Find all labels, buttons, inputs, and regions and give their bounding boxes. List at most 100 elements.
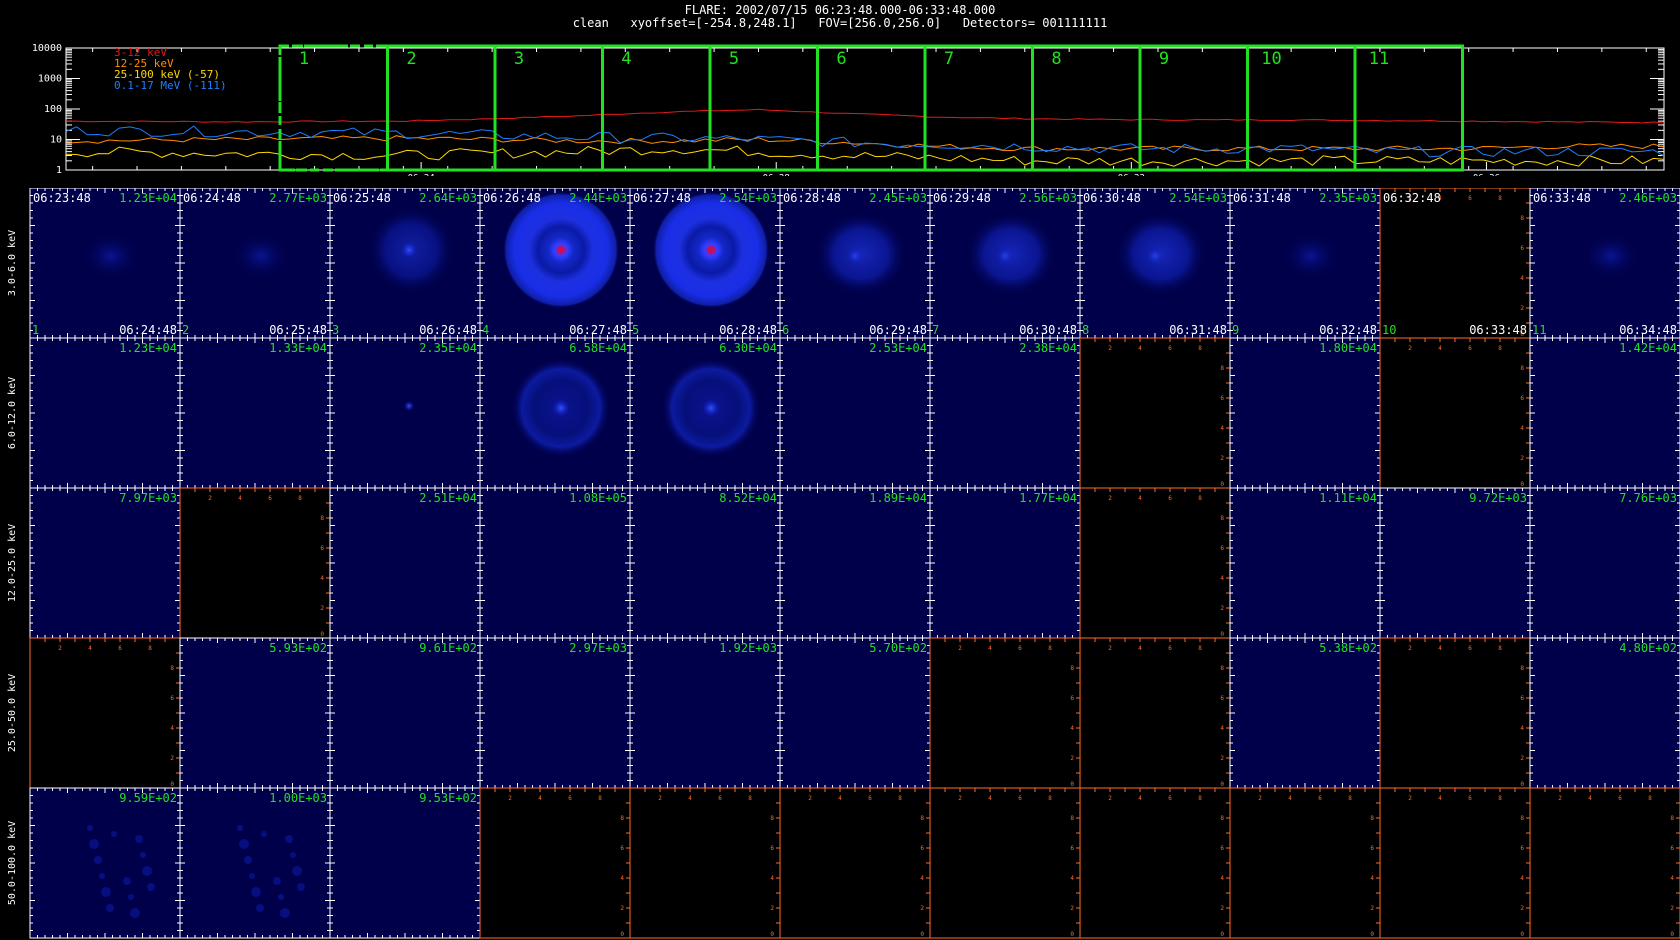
empty-panel [1379,337,1531,489]
end-time-label: 06:29:48 [869,323,927,337]
empty-axis-label: 2 [1220,755,1224,762]
empty-axis-label: 2 [1258,795,1262,802]
empty-axis-label: 8 [598,795,602,802]
end-time-label: 06:24:48 [119,323,177,337]
end-time-label: 06:32:48 [1319,323,1377,337]
empty-axis-label: 8 [748,795,752,802]
empty-axis-label: 4 [988,795,992,802]
empty-axis-label: 6 [1670,845,1674,852]
peak-value-label: 7.97E+03 [119,491,177,505]
speckle [244,856,252,864]
empty-panel [1079,787,1231,939]
image-background [330,488,480,638]
interval-index-label: 9 [1232,323,1239,337]
image-background [1380,488,1530,638]
interval-index-label: 7 [932,323,939,337]
empty-axis-label: 4 [170,725,174,732]
empty-axis-label: 8 [1198,495,1202,502]
empty-axis-label: 4 [1438,795,1442,802]
speckle [128,894,134,900]
image-background [1230,638,1380,788]
empty-axis-label: 4 [1670,875,1674,882]
interval-index-label: 5 [632,323,639,337]
empty-axis-label: 2 [170,755,174,762]
peak-value-label: 9.53E+02 [419,791,477,805]
empty-axis-label: 6 [1168,645,1172,652]
image-background [780,338,930,488]
empty-axis-label: 2 [1220,605,1224,612]
peak-value-label: 2.51E+04 [419,491,477,505]
image-panel: 2 2 4 4 6 6 8 8 0 [1079,487,1231,639]
interval-index-label: 6 [782,323,789,337]
speckle [106,904,114,912]
start-time-label: 06:30:48 [1083,191,1141,205]
speckle [290,852,296,858]
interval-label: 4 [621,49,631,69]
peak-value-label: 2.54E+03 [719,191,777,205]
peak-value-label: 7.76E+03 [1619,491,1677,505]
peak-value-label: 2.44E+03 [569,191,627,205]
peak-value-label: 6.58E+04 [569,341,627,355]
empty-axis-label: 2 [1108,795,1112,802]
empty-panel [929,637,1081,789]
end-time-label: 06:27:48 [569,323,627,337]
image-background [630,488,780,638]
flare-core [702,399,720,417]
image-panel: 1.23E+04 [29,337,181,489]
interval-index-label: 4 [482,323,489,337]
interval-box [601,44,712,172]
speckle [249,873,255,879]
empty-axis-label: 4 [1438,345,1442,352]
empty-axis-label: 2 [1520,905,1524,912]
energy-band-label: 50.0-100.0 keV [7,821,18,905]
peak-value-label: 2.56E+03 [1019,191,1077,205]
empty-axis-label: 4 [1288,795,1292,802]
interval-label: 6 [836,49,846,69]
speckle [142,866,152,876]
empty-axis-label: 6 [1018,795,1022,802]
speckle [251,887,261,897]
speckle [94,856,102,864]
image-background [30,338,180,488]
image-background [630,638,780,788]
empty-panel [629,787,781,939]
empty-axis-label: 0 [170,781,174,788]
image-panel: 1.89E+04 [779,487,931,639]
start-time-label: 06:25:48 [333,191,391,205]
image-panel: 2.46E+03 06:33:48 06:34:48 11 [1529,188,1680,339]
image-panel: 2.53E+04 [779,337,931,489]
end-time-label: 06:26:48 [419,323,477,337]
speckle [89,839,99,849]
lightcurve-plot: 11010010001000006:2406:2806:3206:363-12 … [32,44,1665,176]
speckle [111,831,117,837]
image-panel: 6.30E+04 [629,337,781,489]
empty-axis-label: 8 [1370,815,1374,822]
empty-axis-label: 0 [1520,781,1524,788]
start-time-label: 06:33:48 [1533,191,1591,205]
empty-axis-label: 8 [1670,815,1674,822]
empty-panel [179,487,331,639]
speckle [297,883,305,891]
empty-axis-label: 2 [1220,905,1224,912]
interval-box [816,44,927,172]
image-panel: 2.54E+03 06:30:48 06:31:48 8 [1079,188,1231,339]
image-background [180,788,330,938]
peak-value-label: 2.46E+03 [1619,191,1677,205]
empty-axis-label: 2 [808,795,812,802]
empty-axis-label: 6 [1070,845,1074,852]
empty-axis-label: 4 [88,645,92,652]
empty-axis-label: 2 [1070,905,1074,912]
image-background [30,488,180,638]
image-panel: 2 2 4 4 6 6 8 8 0 [479,787,631,939]
empty-axis-label: 8 [1220,815,1224,822]
start-time-label: 06:31:48 [1233,191,1291,205]
image-panel: 1.77E+04 [929,487,1081,639]
series-line [66,108,1665,124]
image-panel: 5.93E+02 [179,637,331,789]
empty-axis-label: 8 [170,665,174,672]
faint-emission [231,232,291,280]
interval-box [708,44,819,172]
empty-axis-label: 4 [1070,725,1074,732]
flare-blob-core [997,248,1013,264]
start-time-label: 06:26:48 [483,191,541,205]
